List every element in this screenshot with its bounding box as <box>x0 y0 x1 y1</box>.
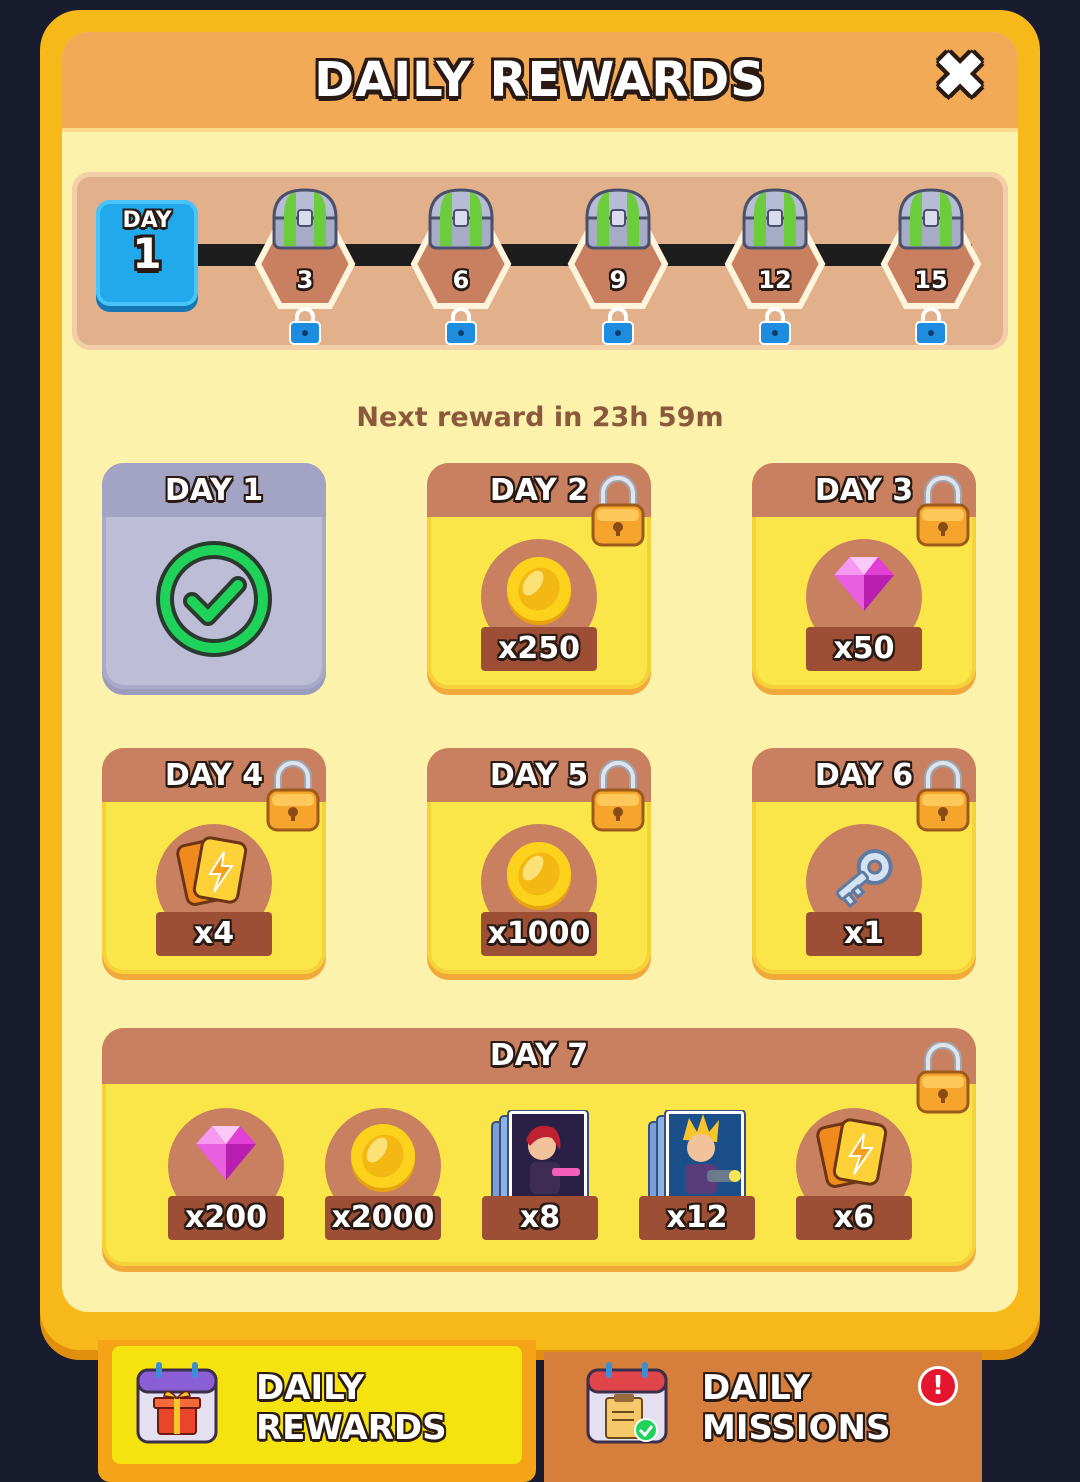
reward-quantity: x4 <box>156 912 272 956</box>
reward-quantity: x1000 <box>481 912 597 956</box>
streak-progress-bar: DAY 1 3 6 9 12 15 <box>72 172 1008 350</box>
day-card-3[interactable]: DAY 3 x50 <box>752 463 976 689</box>
panel-header: DAILY REWARDS ✖ <box>62 32 1018 132</box>
lock-icon <box>602 307 634 345</box>
lock-icon <box>589 475 647 551</box>
coin-icon <box>507 842 571 910</box>
day7-reward-gems: x200 <box>168 1108 284 1240</box>
calendar-gift-icon <box>136 1362 218 1444</box>
chest-icon <box>428 188 494 250</box>
tab-label: DAILY MISSIONS <box>702 1368 890 1448</box>
milestone-12[interactable]: 12 <box>724 188 826 345</box>
next-reward-timer: Next reward in 23h 59m <box>356 402 724 433</box>
close-icon[interactable]: ✖ <box>933 39 987 113</box>
reward-quantity: x8 <box>482 1196 598 1240</box>
coin-icon <box>507 557 571 625</box>
day-card-1[interactable]: DAY 1 <box>102 463 326 689</box>
card-header: DAY 1 <box>102 463 326 517</box>
day7-reward-coins: x2000 <box>325 1108 441 1240</box>
milestone-9[interactable]: 9 <box>567 188 669 345</box>
lock-icon <box>759 307 791 345</box>
day7-reward-energy: x6 <box>796 1108 912 1240</box>
lock-icon <box>915 307 947 345</box>
milestone-label: 12 <box>758 266 792 294</box>
tab-label-line2: REWARDS <box>256 1408 447 1448</box>
day-card-5[interactable]: DAY 5 x1000 <box>427 748 651 974</box>
energy-card-icon <box>816 1117 889 1190</box>
milestone-label: 6 <box>452 266 470 294</box>
chest-icon <box>585 188 651 250</box>
milestone-15[interactable]: 15 <box>880 188 982 345</box>
lock-icon <box>445 307 477 345</box>
lock-icon <box>289 307 321 345</box>
page-title: DAILY REWARDS <box>314 52 766 108</box>
key-icon <box>835 849 893 909</box>
hero-card-blue-icon <box>648 1110 746 1206</box>
tab-daily-missions[interactable]: DAILY MISSIONS ! <box>544 1352 982 1482</box>
day-card-7[interactable]: DAY 7 x200 x2000 x8 x12 x6 <box>102 1028 976 1266</box>
chest-icon <box>898 188 964 250</box>
reward-quantity: x6 <box>796 1196 912 1240</box>
milestone-6[interactable]: 6 <box>410 188 512 345</box>
day-label: DAY 7 <box>489 1038 589 1073</box>
current-day-number: 1 <box>132 229 162 278</box>
day-card-4[interactable]: DAY 4 x4 <box>102 748 326 974</box>
notification-badge: ! <box>918 1366 958 1406</box>
milestone-label: 15 <box>914 266 948 294</box>
reward-quantity: x2000 <box>325 1196 441 1240</box>
current-day-badge: DAY 1 <box>96 200 198 306</box>
tab-label: DAILY REWARDS <box>256 1368 447 1448</box>
day-label: DAY 1 <box>164 473 264 508</box>
energy-card-icon <box>176 835 249 908</box>
day-card-6[interactable]: DAY 6 x1 <box>752 748 976 974</box>
close-button[interactable]: ✖ <box>930 44 990 108</box>
lock-icon <box>264 760 322 836</box>
reward-quantity: x200 <box>168 1196 284 1240</box>
coin-icon <box>351 1124 415 1192</box>
milestone-label: 3 <box>296 266 314 294</box>
chest-icon <box>272 188 338 250</box>
lock-icon <box>914 760 972 836</box>
reward-quantity: x1 <box>806 912 922 956</box>
milestone-label: 9 <box>609 266 627 294</box>
milestone-3[interactable]: 3 <box>254 188 356 345</box>
reward-quantity: x250 <box>481 627 597 671</box>
card-header: DAY 7 <box>102 1028 976 1084</box>
tab-label-line1: DAILY <box>702 1368 811 1408</box>
day7-reward-hero-blue: x12 <box>639 1108 755 1240</box>
reward-quantity: x12 <box>639 1196 755 1240</box>
chest-icon <box>742 188 808 250</box>
check-icon <box>156 541 272 657</box>
gem-icon <box>834 557 894 611</box>
lock-icon <box>589 760 647 836</box>
tab-label-line2: MISSIONS <box>702 1408 891 1448</box>
tab-label-line1: DAILY <box>256 1368 365 1408</box>
hero-card-red-icon <box>491 1110 589 1206</box>
gem-icon <box>196 1126 256 1180</box>
calendar-checklist-icon <box>586 1362 668 1444</box>
reward-quantity: x50 <box>806 627 922 671</box>
lock-icon <box>914 475 972 551</box>
tab-daily-rewards[interactable]: DAILY REWARDS <box>98 1340 536 1482</box>
day7-reward-hero-red: x8 <box>482 1108 598 1240</box>
lock-icon <box>914 1042 972 1118</box>
day-card-2[interactable]: DAY 2 x250 <box>427 463 651 689</box>
